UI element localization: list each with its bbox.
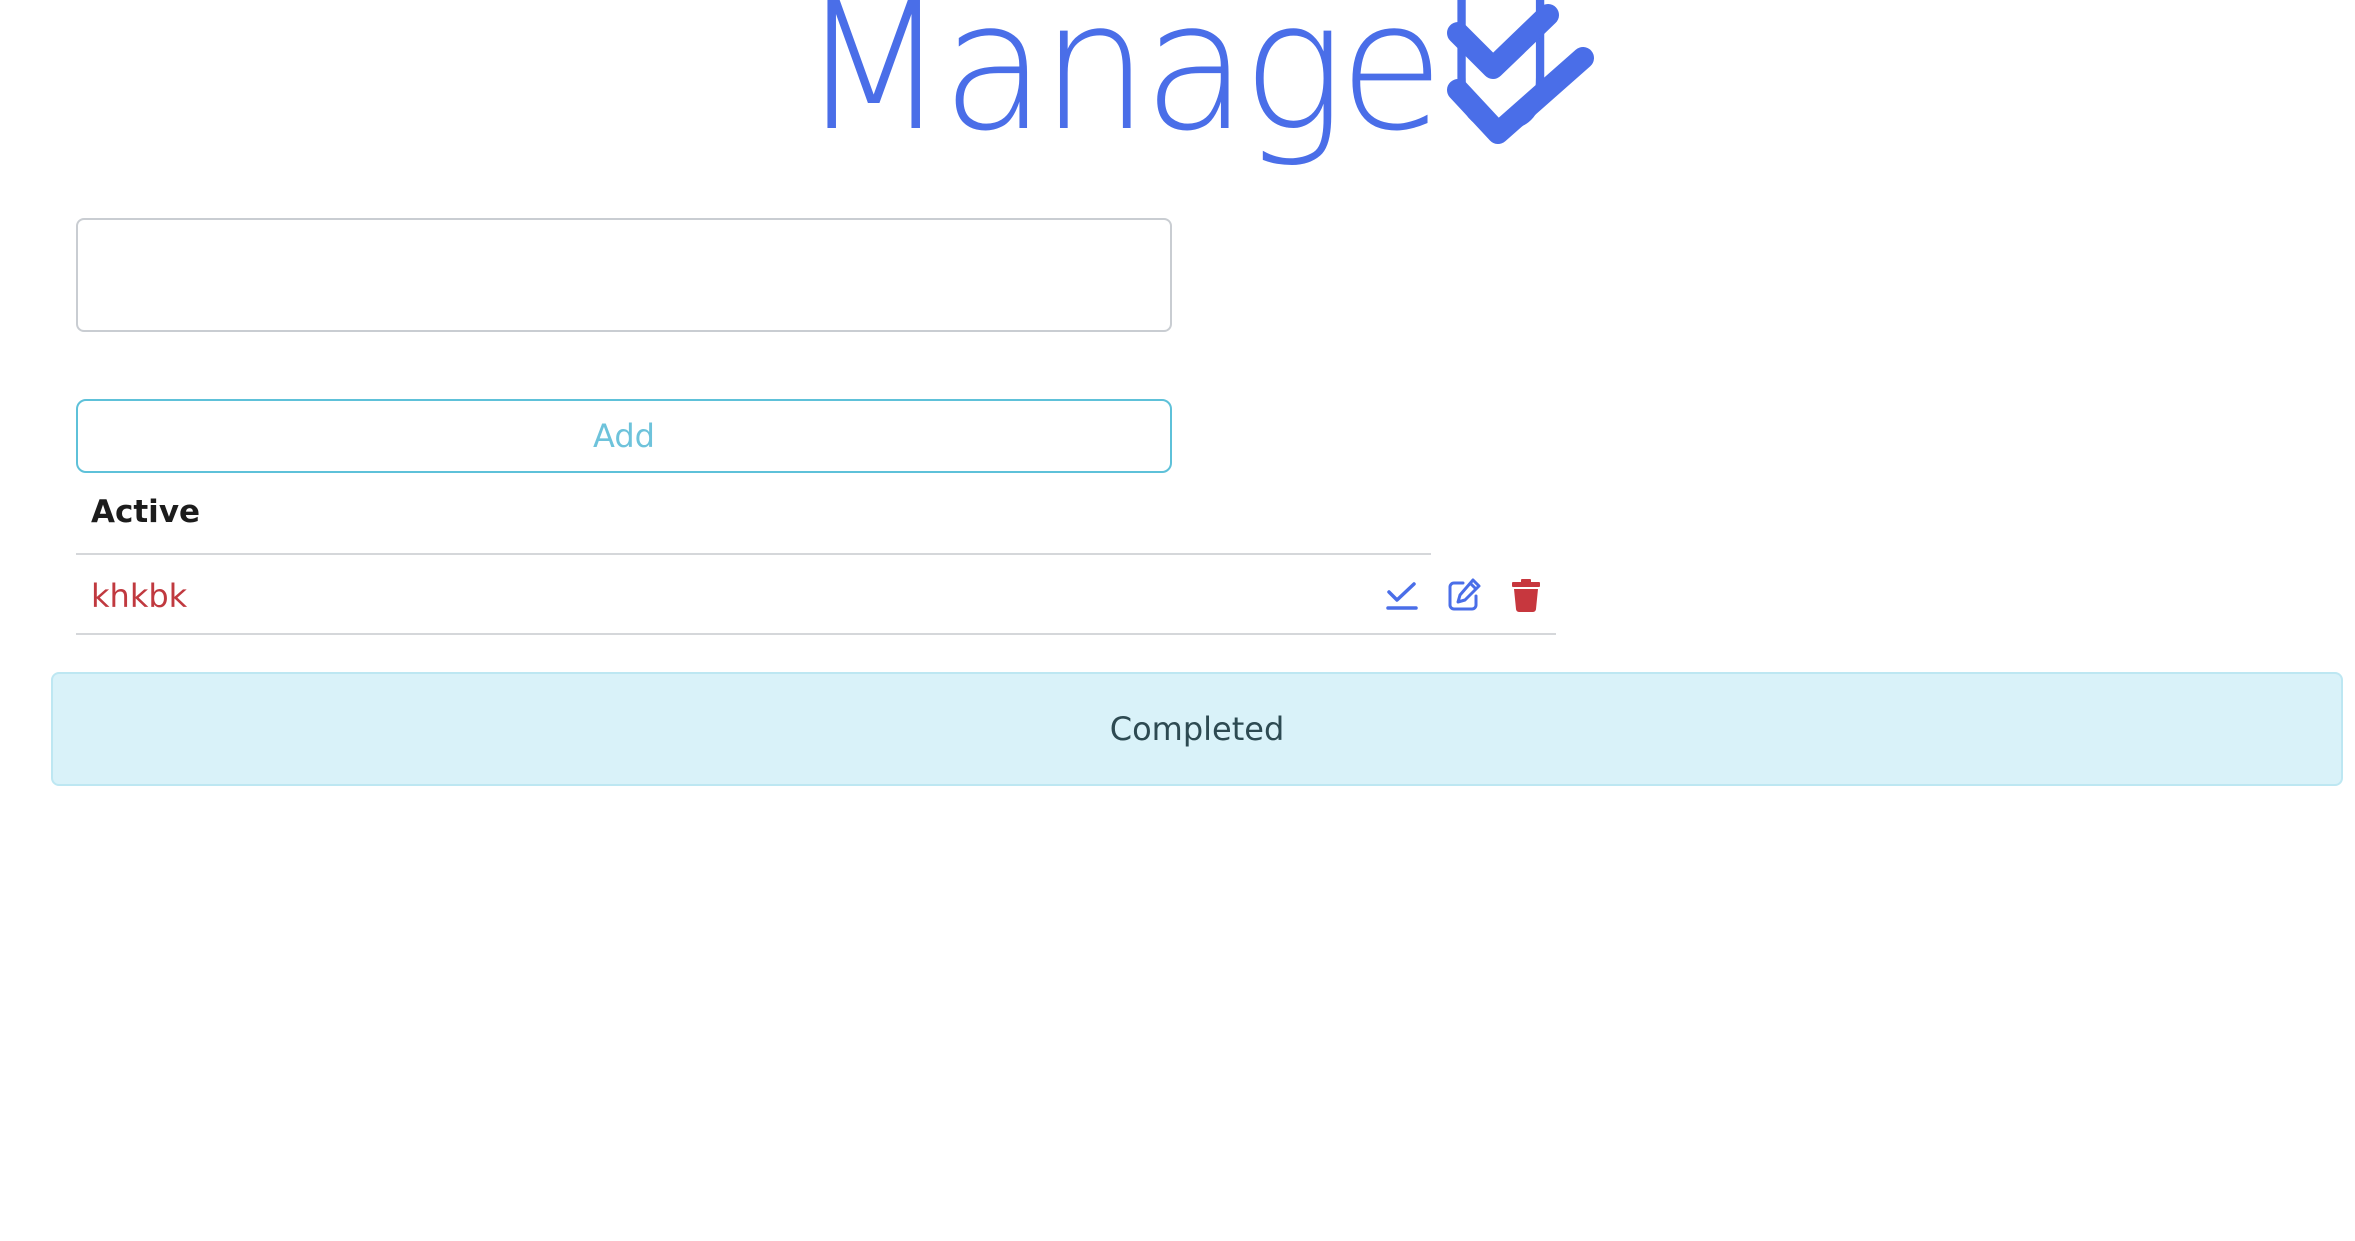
add-button-label: Add — [593, 417, 655, 455]
task-row: khkbk — [76, 555, 1556, 635]
completed-label: Completed — [1109, 710, 1285, 748]
check-icon — [1386, 582, 1418, 610]
complete-task-button[interactable] — [1382, 575, 1422, 615]
trash-icon — [1512, 579, 1540, 612]
task-input[interactable] — [76, 218, 1172, 332]
edit-task-button[interactable] — [1444, 575, 1484, 615]
active-heading: Active — [91, 494, 201, 530]
delete-task-button[interactable] — [1506, 575, 1546, 615]
page: ManageU Add Active khkbk Completed — [0, 0, 2355, 1241]
edit-icon — [1448, 578, 1481, 611]
completed-toggle[interactable]: Completed — [51, 672, 2343, 786]
task-text: khkbk — [91, 577, 188, 615]
double-check-icon — [1447, 4, 1594, 144]
add-button[interactable]: Add — [76, 399, 1172, 473]
